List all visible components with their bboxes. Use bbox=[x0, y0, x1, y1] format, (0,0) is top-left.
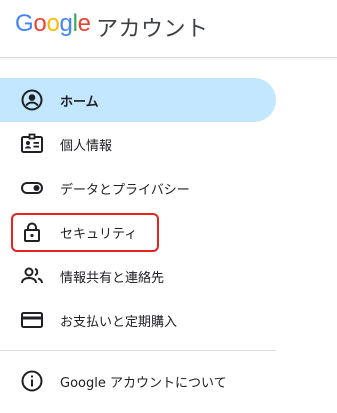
sidebar-item-security[interactable]: セキュリティ bbox=[0, 210, 276, 254]
sidebar-nav: ホーム 個人情報 データとプライバシー セキュリティ 情報共有と連絡先 お支払い… bbox=[0, 78, 276, 342]
product-name: アカウント bbox=[96, 17, 209, 42]
sidebar-item-data-privacy[interactable]: データとプライバシー bbox=[0, 166, 276, 210]
sidebar-item-label: 情報共有と連絡先 bbox=[60, 271, 165, 286]
sidebar-item-label: 個人情報 bbox=[60, 139, 113, 154]
sidebar-item-home[interactable]: ホーム bbox=[0, 78, 276, 122]
badge-icon bbox=[20, 132, 44, 156]
account-circle-icon bbox=[20, 88, 44, 112]
logo-letter: G bbox=[15, 10, 34, 37]
sidebar-item-label: セキュリティ bbox=[60, 227, 138, 242]
sidebar-item-label: ホーム bbox=[60, 95, 99, 110]
people-icon bbox=[20, 264, 44, 288]
sidebar-item-label: お支払いと定期購入 bbox=[60, 315, 178, 330]
credit-card-icon bbox=[20, 308, 44, 332]
header-divider bbox=[0, 57, 337, 58]
lock-icon bbox=[20, 220, 44, 244]
nav-divider bbox=[0, 350, 276, 351]
google-logo[interactable]: Google bbox=[15, 10, 91, 38]
info-icon bbox=[20, 369, 44, 393]
sidebar-item-people-sharing[interactable]: 情報共有と連絡先 bbox=[0, 254, 276, 298]
logo-letter: o bbox=[33, 10, 47, 37]
sidebar-item-personal-info[interactable]: 個人情報 bbox=[0, 122, 276, 166]
about-label: Google アカウントについて bbox=[60, 376, 227, 391]
logo-letter: o bbox=[46, 10, 60, 37]
sidebar-item-label: データとプライバシー bbox=[60, 183, 190, 198]
logo-letter: g bbox=[59, 10, 73, 37]
logo-letter: e bbox=[77, 10, 91, 37]
app-header: Google アカウント bbox=[0, 0, 337, 58]
about-google-account-link[interactable]: Google アカウントについて bbox=[0, 358, 276, 402]
toggle-icon bbox=[20, 176, 44, 200]
sidebar-item-payments[interactable]: お支払いと定期購入 bbox=[0, 298, 276, 342]
